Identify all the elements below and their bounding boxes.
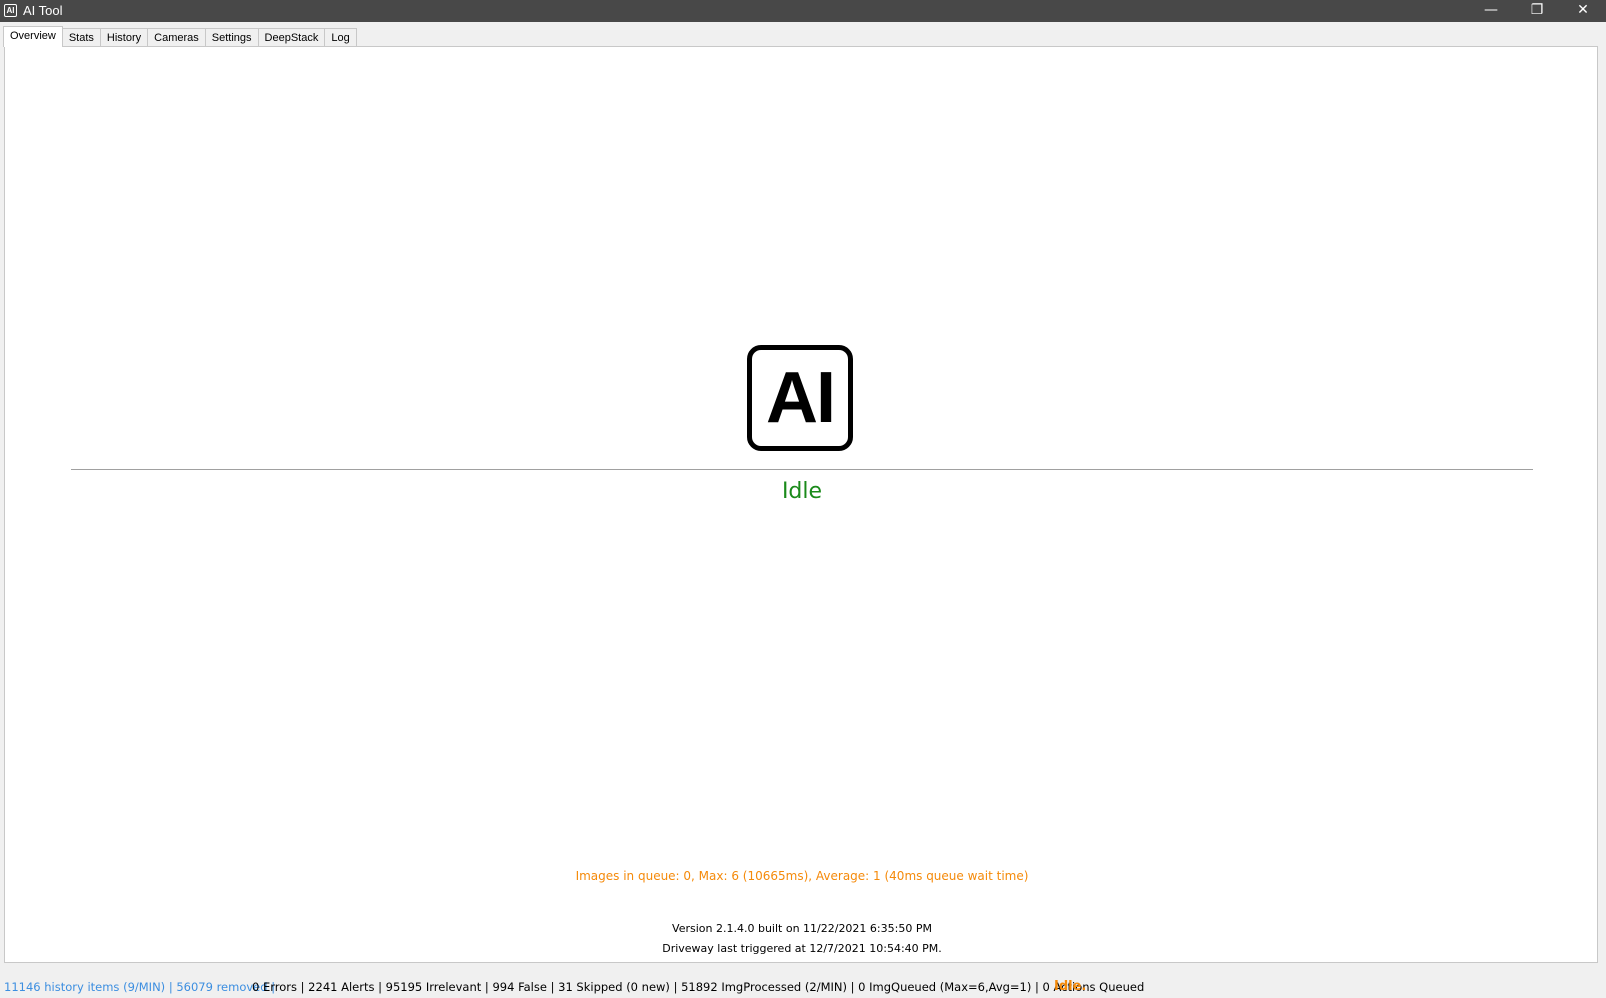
ai-logo-text: AI	[766, 358, 836, 438]
tab-overview[interactable]: Overview	[3, 26, 63, 47]
tab-stats[interactable]: Stats	[61, 28, 101, 47]
state-badge: Idle.	[1054, 979, 1087, 994]
divider	[71, 469, 1533, 470]
tab-log[interactable]: Log	[324, 28, 357, 47]
version-info: Version 2.1.4.0 built on 11/22/2021 6:35…	[672, 922, 932, 935]
tab-settings[interactable]: Settings	[204, 28, 259, 47]
overview-panel: AI Idle Images in queue: 0, Max: 6 (1066…	[4, 46, 1598, 963]
queue-info: Images in queue: 0, Max: 6 (10665ms), Av…	[575, 869, 1029, 883]
ai-logo-icon: AI	[4, 4, 17, 17]
tab-history[interactable]: History	[99, 28, 149, 47]
status-label: Idle	[781, 479, 823, 504]
close-button[interactable]: ✕	[1560, 0, 1606, 22]
title-bar[interactable]: AI AI Tool — ❐ ✕	[0, 0, 1606, 22]
ai-logo: AI	[747, 345, 853, 451]
tab-cameras[interactable]: Cameras	[147, 28, 206, 47]
tab-deepstack[interactable]: DeepStack	[257, 28, 326, 47]
history-count-link[interactable]: 11146 history items (9/MIN) | 56079 remo…	[4, 980, 275, 994]
window-title: AI Tool	[23, 3, 63, 18]
status-bar: 11146 history items (9/MIN) | 56079 remo…	[0, 978, 1606, 998]
tab-strip: Overview Stats History Cameras Settings …	[3, 26, 357, 47]
minimize-button[interactable]: —	[1468, 0, 1514, 22]
restore-button[interactable]: ❐	[1514, 0, 1560, 22]
last-trigger-info: Driveway last triggered at 12/7/2021 10:…	[662, 942, 942, 955]
stats-summary: 0 Errors | 2241 Alerts | 95195 Irrelevan…	[252, 980, 1145, 994]
